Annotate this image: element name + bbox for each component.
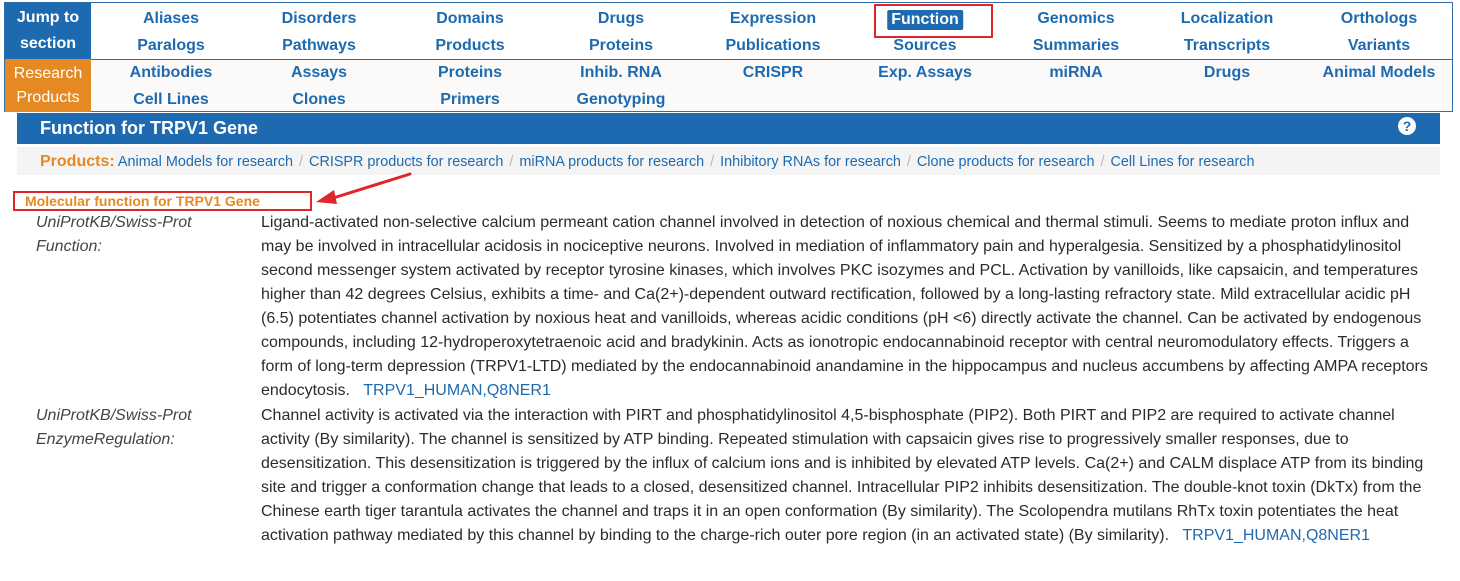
enzyme-regulation-row-label: UniProtKB/Swiss-Prot EnzymeRegulation:: [36, 404, 251, 452]
product-link-inhibitory-rnas[interactable]: Inhibitory RNAs for research: [720, 154, 901, 170]
products-label: Products:: [40, 153, 115, 170]
breadcrumb-separator: /: [299, 154, 304, 170]
enzyme-regulation-label-source: UniProtKB/Swiss-Prot: [36, 407, 192, 424]
help-icon[interactable]: ?: [1398, 117, 1416, 135]
research-label-line1: Research: [13, 65, 83, 82]
enzyme-regulation-description: Channel activity is activated via the in…: [261, 407, 1424, 544]
research-link-animal-models[interactable]: Animal Models: [1323, 63, 1436, 83]
research-label-line2: Products: [16, 89, 80, 106]
research-link-exp-assays[interactable]: Exp. Assays: [878, 63, 972, 83]
research-link-proteins[interactable]: Proteins: [438, 63, 502, 83]
jump-to-section-label: Jump to section: [5, 3, 91, 59]
jump-label-line2: section: [19, 35, 76, 52]
product-link-clones[interactable]: Clone products for research: [917, 154, 1095, 170]
breadcrumb-separator: /: [710, 154, 715, 170]
nav-link-drugs[interactable]: Drugs: [598, 9, 644, 29]
enzyme-regulation-row-text: Channel activity is activated via the in…: [261, 404, 1441, 548]
function-description: Ligand-activated non-selective calcium p…: [261, 214, 1428, 399]
product-link-animal-models[interactable]: Animal Models for research: [118, 154, 293, 170]
jump-label-line1: Jump to: [16, 9, 80, 26]
products-breadcrumb: Products: Animal Models for research / CRI…: [17, 147, 1440, 175]
product-link-mirna[interactable]: miRNA products for research: [519, 154, 704, 170]
enzyme-regulation-label-field: EnzymeRegulation:: [36, 431, 175, 448]
jump-links: Aliases Disorders Domains Drugs Expressi…: [91, 3, 1452, 60]
research-link-mirna[interactable]: miRNA: [1049, 63, 1102, 83]
breadcrumb-separator: /: [509, 154, 514, 170]
function-label-field: Function:: [36, 238, 102, 255]
annotation-arrow-icon: [316, 172, 412, 204]
function-row-text: Ligand-activated non-selective calcium p…: [261, 211, 1441, 403]
molecular-function-highlight-box: Molecular function for TRPV1 Gene: [13, 191, 312, 211]
research-link-cell-lines[interactable]: Cell Lines: [133, 90, 209, 110]
nav-link-variants[interactable]: Variants: [1348, 36, 1410, 56]
research-link-primers[interactable]: Primers: [440, 90, 500, 110]
nav-link-expression[interactable]: Expression: [730, 9, 816, 29]
research-link-assays[interactable]: Assays: [291, 63, 347, 83]
section-header: Function for TRPV1 Gene ?: [17, 113, 1440, 144]
research-link-inhib-rna[interactable]: Inhib. RNA: [580, 63, 662, 83]
function-uniprot-ref-link[interactable]: TRPV1_HUMAN,Q8NER1: [363, 382, 551, 399]
function-row-label: UniProtKB/Swiss-Prot Function:: [36, 211, 251, 259]
nav-link-aliases[interactable]: Aliases: [143, 9, 199, 29]
enzyme-regulation-uniprot-ref-link[interactable]: TRPV1_HUMAN,Q8NER1: [1182, 527, 1370, 544]
nav-link-products[interactable]: Products: [435, 36, 504, 56]
research-product-links: Antibodies Assays Proteins Inhib. RNA CR…: [91, 60, 1452, 111]
research-products-label: Research Products: [5, 59, 91, 112]
nav-link-proteins[interactable]: Proteins: [589, 36, 653, 56]
research-link-clones[interactable]: Clones: [292, 90, 345, 110]
research-link-antibodies[interactable]: Antibodies: [130, 63, 213, 83]
nav-link-paralogs[interactable]: Paralogs: [137, 36, 205, 56]
nav-link-transcripts[interactable]: Transcripts: [1184, 36, 1270, 56]
research-link-crispr[interactable]: CRISPR: [743, 63, 803, 83]
product-link-cell-lines[interactable]: Cell Lines for research: [1110, 154, 1254, 170]
research-link-drugs[interactable]: Drugs: [1204, 63, 1250, 83]
breadcrumb-separator: /: [1100, 154, 1105, 170]
nav-link-function[interactable]: Function: [887, 10, 963, 30]
jump-to-section-nav: Jump to section Research Products Aliase…: [4, 2, 1453, 112]
nav-link-localization[interactable]: Localization: [1181, 9, 1273, 29]
nav-link-summaries[interactable]: Summaries: [1033, 36, 1119, 56]
section-title: Function for TRPV1 Gene: [40, 118, 259, 138]
research-link-genotyping[interactable]: Genotyping: [577, 90, 666, 110]
nav-link-domains[interactable]: Domains: [436, 9, 504, 29]
nav-link-sources[interactable]: Sources: [893, 36, 956, 56]
molecular-function-heading: Molecular function for TRPV1 Gene: [25, 193, 260, 209]
nav-link-disorders[interactable]: Disorders: [282, 9, 357, 29]
breadcrumb-separator: /: [906, 154, 911, 170]
nav-link-publications[interactable]: Publications: [725, 36, 820, 56]
nav-link-pathways[interactable]: Pathways: [282, 36, 356, 56]
function-label-source: UniProtKB/Swiss-Prot: [36, 214, 192, 231]
nav-link-genomics[interactable]: Genomics: [1037, 9, 1114, 29]
nav-link-orthologs[interactable]: Orthologs: [1341, 9, 1417, 29]
